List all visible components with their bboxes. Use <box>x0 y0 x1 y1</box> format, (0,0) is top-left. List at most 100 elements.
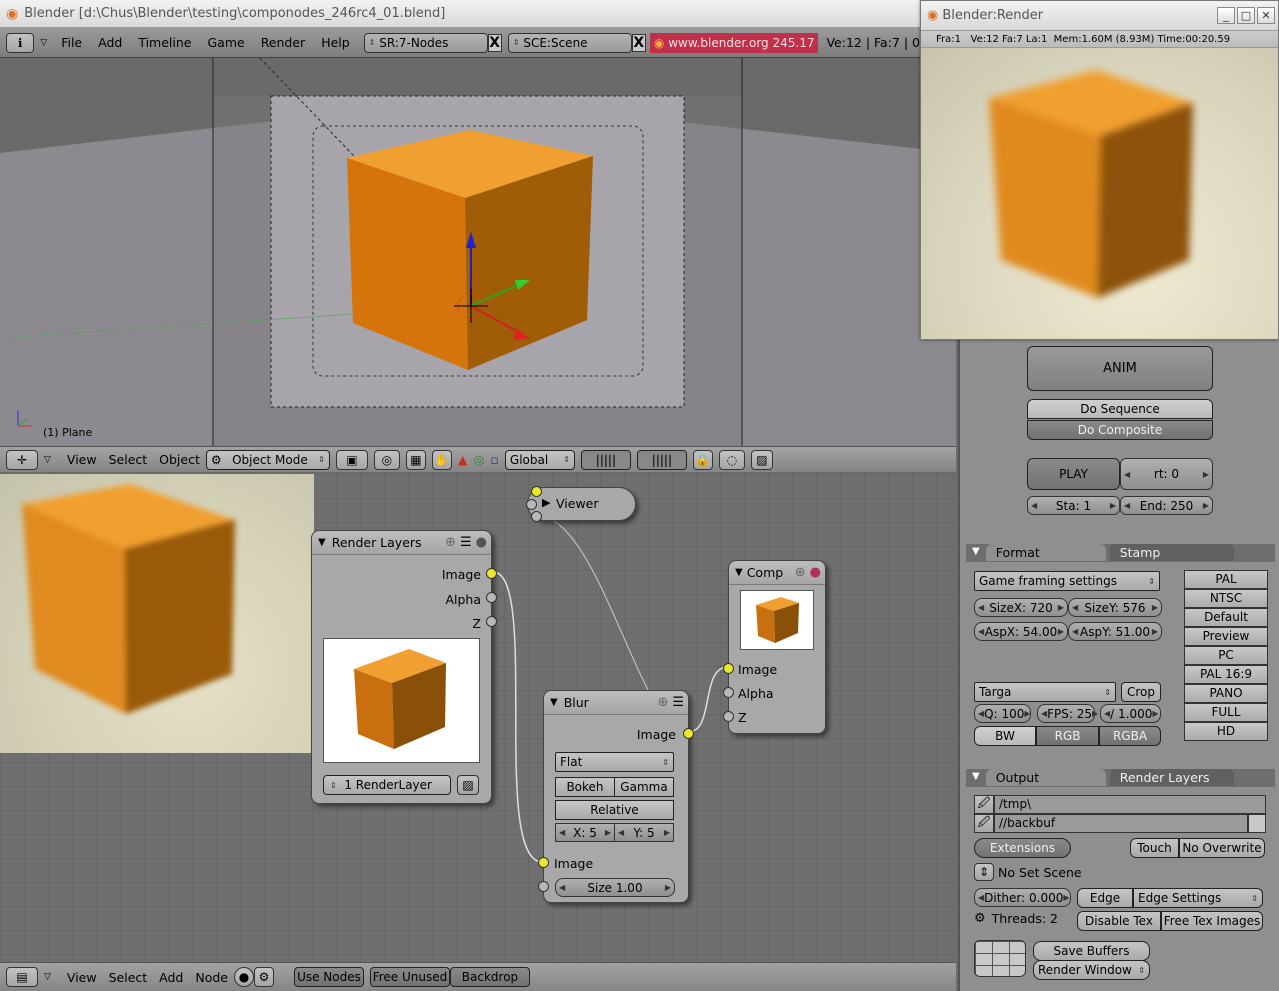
threads-icon[interactable]: ⚙ <box>974 911 986 926</box>
comp-z-socket[interactable] <box>723 711 734 722</box>
do-composite-toggle[interactable]: Do Composite <box>1027 420 1213 440</box>
aspy-right-icon[interactable]: ▶ <box>1152 627 1158 636</box>
viewer-image-socket[interactable] <box>531 486 542 497</box>
backbuf-path-field[interactable]: //backbuf <box>994 814 1248 833</box>
rt-right-icon[interactable]: ▶ <box>1203 470 1209 479</box>
node-plus-icon[interactable]: ⊕ <box>445 535 456 550</box>
preset-pano[interactable]: PANO <box>1184 684 1268 703</box>
delete-scene-button[interactable]: X <box>631 33 646 52</box>
fps-field[interactable]: ◀ FPS: 25 ▶ <box>1037 704 1098 723</box>
render-layer-selector[interactable]: ⇕ 1 RenderLayer <box>323 775 451 795</box>
backdrop-toggle[interactable]: Backdrop <box>449 967 530 987</box>
stamp-tab[interactable]: Stamp <box>1109 544 1234 561</box>
sta-left-icon[interactable]: ◀ <box>1031 501 1037 510</box>
preset-preview[interactable]: Preview <box>1184 627 1268 646</box>
render-layer-image-icon[interactable]: ▨ <box>457 775 479 795</box>
x-right-arrow-icon[interactable]: ▶ <box>605 828 611 837</box>
bw-toggle[interactable]: BW <box>974 726 1036 746</box>
pivot-icon[interactable]: ◎ <box>373 449 400 470</box>
rl-image-socket[interactable] <box>486 568 497 579</box>
bokeh-toggle[interactable]: Bokeh <box>555 777 615 797</box>
size-right-arrow-icon[interactable]: ▶ <box>665 883 671 892</box>
node-options-icon[interactable]: ☰ <box>460 535 472 550</box>
menu-timeline[interactable]: Timeline <box>130 35 199 50</box>
rgba-toggle[interactable]: RGBA <box>1099 726 1161 746</box>
sizey-right-icon[interactable]: ▶ <box>1152 603 1158 612</box>
dither-right-icon[interactable]: ▶ <box>1063 893 1069 902</box>
preset-pal[interactable]: PAL <box>1184 570 1268 589</box>
blur-x-field[interactable]: ◀ X: 5 ▶ <box>555 823 615 842</box>
node-node-menu[interactable]: Node <box>195 970 228 985</box>
hand-manipulator-icon[interactable]: ✋ <box>431 449 452 470</box>
menu-game[interactable]: Game <box>199 35 252 50</box>
q-right-icon[interactable]: ▶ <box>1024 709 1030 718</box>
dither-field[interactable]: ◀ Dither: 0.000 ▶ <box>974 888 1071 907</box>
render-window-titlebar[interactable]: ◉ Blender:Render _ □ ✕ <box>921 1 1278 31</box>
view-menu[interactable]: View <box>67 452 97 467</box>
viewer-node[interactable]: ▶ Viewer <box>526 486 636 522</box>
size-x-field[interactable]: ◀ SizeX: 720 ▶ <box>974 598 1068 617</box>
comp-image-socket[interactable] <box>723 663 734 674</box>
do-sequence-toggle[interactable]: Do Sequence <box>1027 399 1213 419</box>
translate-manipulator-icon[interactable]: ▲ <box>458 452 468 467</box>
node-view-menu[interactable]: View <box>67 970 97 985</box>
size-left-arrow-icon[interactable]: ◀ <box>559 883 565 892</box>
viewer-collapse-icon[interactable]: ▶ <box>542 496 550 509</box>
comp-preview-icon[interactable]: ● <box>810 565 821 580</box>
preset-pal-169[interactable]: PAL 16:9 <box>1184 665 1268 684</box>
proportional-icon[interactable]: ◌ <box>718 449 745 470</box>
blur-header[interactable]: ▼ Blur ⊕ ☰ <box>544 691 688 715</box>
no-overwrite-toggle[interactable]: No Overwrite <box>1179 838 1265 858</box>
free-tex-images-button[interactable]: Free Tex Images <box>1161 911 1263 931</box>
menu-render[interactable]: Render <box>253 35 314 50</box>
scale-manipulator-icon[interactable]: ▫ <box>490 452 498 467</box>
collapse-menu-icon[interactable]: ▽ <box>40 38 47 48</box>
node-preview-icon[interactable]: ● <box>476 535 487 550</box>
blur-plus-icon[interactable]: ⊕ <box>657 695 668 710</box>
render-view-icon[interactable]: ▨ <box>750 449 773 470</box>
backbuf-toggle[interactable] <box>1248 814 1266 833</box>
preset-full[interactable]: FULL <box>1184 703 1268 722</box>
use-nodes-toggle[interactable]: Use Nodes <box>293 967 364 987</box>
output-panel-collapse-icon[interactable]: ▼ <box>972 771 980 785</box>
file-format-selector[interactable]: Targa ⇕ <box>974 682 1116 702</box>
preset-ntsc[interactable]: NTSC <box>1184 589 1268 608</box>
set-scene-arrows-icon[interactable]: ⇕ <box>974 863 994 881</box>
layers-mini-icon[interactable]: ▦ <box>405 449 426 470</box>
composite-nodes-icon[interactable]: ⚙ <box>253 967 274 987</box>
render-layers-header[interactable]: ▼ Render Layers ⊕ ☰ ● <box>312 531 491 555</box>
rl-z-socket[interactable] <box>486 616 497 627</box>
minimize-icon[interactable]: _ <box>1217 7 1235 24</box>
format-panel-collapse-icon[interactable]: ▼ <box>972 546 980 560</box>
game-framing-selector[interactable]: Game framing settings ⇕ <box>974 571 1160 591</box>
info-window-type-icon[interactable]: ℹ <box>6 32 35 53</box>
menu-help[interactable]: Help <box>313 35 358 50</box>
lock-icon[interactable]: 🔒 <box>692 449 713 470</box>
output-path-field[interactable]: /tmp\ <box>994 795 1266 814</box>
touch-toggle[interactable]: Touch <box>1130 838 1179 858</box>
preset-hd[interactable]: HD <box>1184 722 1268 741</box>
aspx-left-icon[interactable]: ◀ <box>978 627 984 636</box>
scene-layers-b[interactable]: ||||| <box>636 449 687 470</box>
material-nodes-icon[interactable]: ● <box>233 967 254 987</box>
blur-collapse-icon[interactable]: ▼ <box>550 697 558 708</box>
backbuf-folder-icon[interactable]: 🖉 <box>974 814 994 833</box>
blur-node[interactable]: ▼ Blur ⊕ ☰ Image Flat ⇕ Bokeh Gamma Relat… <box>538 690 694 903</box>
rt-field[interactable]: ◀ rt: 0 ▶ <box>1120 458 1213 490</box>
render-window[interactable]: ◉ Blender:Render _ □ ✕ Fra:1 Ve:12 Fa:7 … <box>920 0 1279 340</box>
end-left-icon[interactable]: ◀ <box>1124 501 1130 510</box>
disable-tex-toggle[interactable]: Disable Tex <box>1077 911 1161 931</box>
collapse-arrow-icon[interactable]: ▼ <box>318 537 326 548</box>
start-frame-field[interactable]: ◀ Sta: 1 ▶ <box>1027 496 1120 515</box>
format-tab[interactable]: Format <box>985 544 1106 561</box>
delete-screen-button[interactable]: X <box>487 33 502 52</box>
y-right-arrow-icon[interactable]: ▶ <box>664 828 670 837</box>
preset-pc[interactable]: PC <box>1184 646 1268 665</box>
output-folder-icon[interactable]: 🖉 <box>974 795 994 814</box>
window-type-3d-icon[interactable]: ✛ <box>6 449 38 470</box>
composite-header[interactable]: ▼ Comp ⊕ ● <box>729 561 825 585</box>
aspx-right-icon[interactable]: ▶ <box>1058 627 1064 636</box>
comp-collapse-icon[interactable]: ▼ <box>735 567 743 578</box>
node-header-collapse-icon[interactable]: ▽ <box>44 972 51 982</box>
gamma-toggle[interactable]: Gamma <box>614 777 674 797</box>
